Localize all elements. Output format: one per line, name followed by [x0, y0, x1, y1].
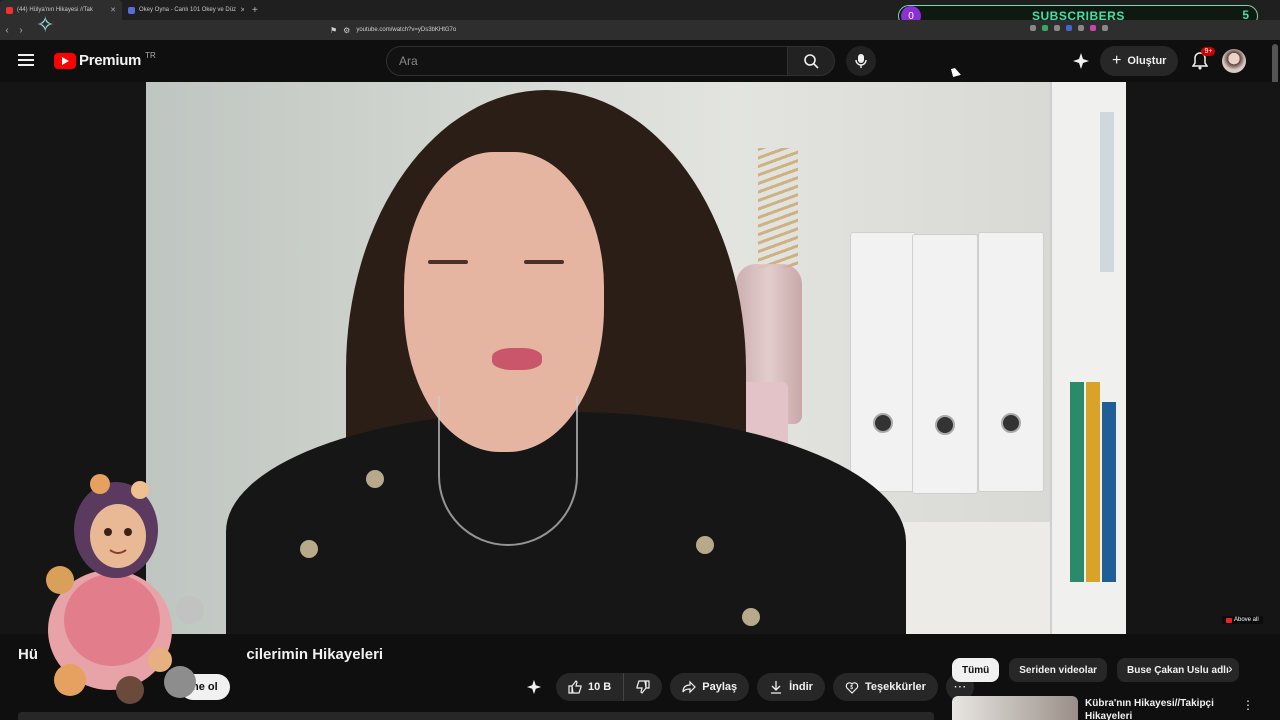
extension-icon[interactable] [1102, 25, 1108, 31]
video-player[interactable] [146, 82, 1126, 634]
youtube-header: Premium TR Ara + Oluştur 9+ [0, 40, 1280, 82]
book [1070, 382, 1084, 582]
browser-tab[interactable]: Okey Oyna - Canlı 101 Okey ve Düz ✕ [122, 0, 244, 20]
bookcase [1050, 82, 1126, 634]
clip-sparkle-icon[interactable] [1072, 52, 1090, 70]
sweater-button [300, 540, 318, 558]
like-button[interactable]: 10 B [556, 673, 625, 701]
forward-arrow-icon[interactable]: › [14, 25, 28, 36]
video-title-end: cilerimin Hikayeleri [246, 646, 384, 663]
watermark-text: Above all [1234, 617, 1259, 623]
recommendation-thumbnail[interactable] [952, 696, 1078, 720]
create-label: Oluştur [1127, 55, 1167, 67]
dislike-button[interactable] [624, 673, 662, 701]
extension-icons [1030, 25, 1108, 31]
youtube-favicon-icon [6, 6, 13, 14]
channel-watermark[interactable]: Above all [1222, 616, 1263, 624]
back-arrow-icon[interactable]: ‹ [0, 25, 14, 36]
thumbs-down-icon [636, 680, 650, 694]
share-button[interactable]: Paylaş [670, 673, 750, 701]
recommendation-title[interactable]: Kübra'nın Hikayesi//Takipçi Hikayeleri [1085, 697, 1225, 720]
sparkle-icon [526, 679, 542, 695]
mouth [492, 348, 542, 370]
sweater-button [366, 470, 384, 488]
extension-icon[interactable] [1090, 25, 1096, 31]
share-icon [682, 680, 697, 694]
extension-icon[interactable] [1030, 25, 1036, 31]
okey-favicon-icon [128, 6, 135, 14]
bookmark-icon[interactable]: ⚑ [330, 26, 337, 35]
mascot-icon: ✧ [36, 12, 55, 37]
menu-icon[interactable] [18, 54, 34, 66]
search-button[interactable] [787, 46, 835, 76]
youtube-small-icon [1226, 617, 1232, 623]
more-vertical-icon[interactable]: ⋮ [1242, 698, 1254, 712]
notification-badge: 9+ [1201, 47, 1216, 56]
closed-eye [524, 260, 564, 264]
book [1086, 382, 1100, 582]
extension-icon[interactable] [1066, 25, 1072, 31]
voice-search-button[interactable] [846, 46, 876, 76]
search-placeholder: Ara [399, 54, 418, 68]
sweater-button [696, 536, 714, 554]
heart-dollar-icon: $ [845, 682, 859, 694]
browser-address-bar: ‹ › ⚑ ⚙ youtube.com/watch?v=yDs3bKHtG7o [0, 20, 1280, 40]
thumbs-up-icon [568, 680, 582, 694]
site-info-icon[interactable]: ⚙ [343, 26, 350, 35]
extension-icon[interactable] [1054, 25, 1060, 31]
necklace [438, 396, 578, 546]
clip-button[interactable] [520, 673, 548, 701]
like-count: 10 B [588, 681, 612, 693]
thanks-label: Teşekkürler [864, 681, 926, 693]
closed-eye [428, 260, 468, 264]
share-label: Paylaş [702, 681, 738, 693]
youtube-logo[interactable]: Premium TR [54, 51, 156, 69]
video-title-start: Hü [18, 646, 38, 663]
youtube-play-icon [54, 52, 76, 69]
notifications-button[interactable]: 9+ [1188, 47, 1216, 73]
search-icon [804, 54, 819, 69]
extension-icon[interactable] [1042, 25, 1048, 31]
download-button[interactable]: İndir [757, 673, 825, 701]
download-label: İndir [789, 681, 813, 693]
cats-lady-sticker [46, 474, 204, 704]
book [1100, 112, 1114, 272]
binder [912, 234, 978, 494]
new-tab-button[interactable]: + [244, 5, 266, 16]
chip-channel[interactable]: Buse Çakan Uslu adlı [1117, 658, 1239, 682]
search-input[interactable]: Ara [386, 46, 788, 76]
url-text: youtube.com/watch?v=yDs3bKHtG7o [356, 27, 457, 33]
browser-tab-active[interactable]: (44) Hülya'nın Hikayesi //Tak ✕ [0, 0, 122, 20]
account-avatar[interactable] [1222, 49, 1247, 73]
chip-series-videos[interactable]: Seriden videolar [1009, 658, 1108, 682]
country-code: TR [145, 51, 156, 60]
download-icon [771, 681, 782, 694]
recommendation-filter-chips: Tümü Seriden videolar Buse Çakan Uslu ad… [952, 658, 1252, 682]
create-button[interactable]: + Oluştur [1100, 46, 1179, 76]
like-dislike-group: 10 B [556, 673, 663, 701]
header-actions: + Oluştur 9+ [1072, 46, 1247, 76]
tab-label: Okey Oyna - Canlı 101 Okey ve Düz [139, 7, 237, 13]
description-box[interactable] [18, 712, 934, 720]
binder [850, 232, 916, 492]
book [1102, 402, 1116, 582]
svg-text:$: $ [850, 685, 853, 691]
sweater-button [742, 608, 760, 626]
thanks-button[interactable]: $ Teşekkürler [832, 673, 938, 701]
plus-icon: + [1112, 52, 1122, 69]
video-actions: 10 B Paylaş İndir $ Teşekkürler ⋯ [520, 673, 974, 701]
url-field[interactable]: ⚑ ⚙ youtube.com/watch?v=yDs3bKHtG7o [330, 23, 870, 37]
dried-wheat-decor [758, 148, 798, 268]
chip-all[interactable]: Tümü [952, 658, 1000, 682]
extension-icon[interactable] [1078, 25, 1084, 31]
tab-close-icon[interactable]: ✕ [110, 6, 116, 14]
microphone-icon [855, 54, 867, 68]
logo-text: Premium [79, 52, 142, 69]
chevron-right-icon[interactable]: › [1228, 660, 1233, 676]
tab-label: (44) Hülya'nın Hikayesi //Tak [17, 7, 93, 13]
binder [978, 232, 1044, 492]
